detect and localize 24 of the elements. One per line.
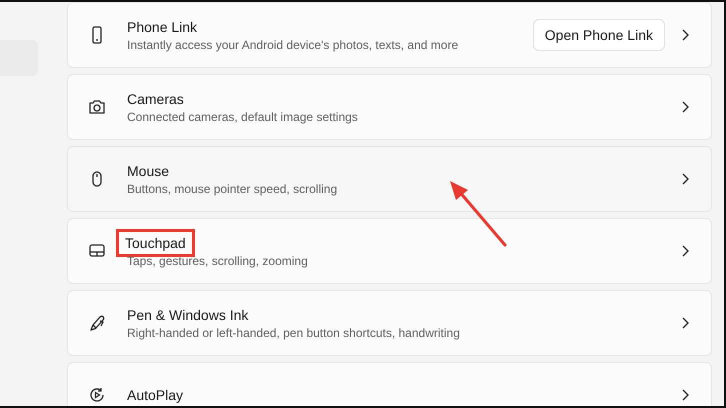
settings-card[interactable]: Pen & Windows Ink Right-handed or left-handed, pen button shortcuts, handwriting: [67, 290, 712, 356]
card-description: Instantly access your Android device's photos, texts, and more: [127, 36, 460, 52]
card-title: Mouse: [127, 162, 170, 180]
card-description: Taps, gestures, scrolling, zooming: [127, 252, 309, 268]
settings-card[interactable]: Phone Link Instantly access your Android device's photos, texts, and more Open Phone Link: [67, 2, 712, 68]
chevron-right-icon: [681, 389, 689, 401]
chevron-right-icon: [681, 29, 689, 41]
settings-card[interactable]: Mouse Buttons, mouse pointer speed, scrolling: [67, 146, 712, 212]
card-title: AutoPlay: [127, 386, 184, 404]
card-description: Connected cameras, default image settings: [127, 108, 359, 124]
chevron-right-icon: [681, 245, 689, 257]
chevron-right-icon: [681, 101, 689, 113]
settings-card[interactable]: Cameras Connected cameras, default image settings: [67, 74, 712, 140]
settings-card[interactable]: AutoPlay: [67, 362, 712, 406]
card-title: Pen & Windows Ink: [127, 306, 248, 324]
chevron-right-icon: [681, 173, 689, 185]
settings-card[interactable]: Touchpad Taps, gestures, scrolling, zooming: [67, 218, 712, 284]
card-description: Buttons, mouse pointer speed, scrolling: [127, 180, 338, 196]
card-title: Touchpad: [119, 232, 192, 254]
chevron-right-icon: [681, 317, 689, 329]
card-description: Right-handed or left-handed, pen button shortcuts, handwriting: [127, 324, 461, 340]
card-title: Phone Link: [127, 18, 198, 36]
open-button[interactable]: Open Phone Link: [532, 19, 665, 51]
card-title: Cameras: [127, 90, 184, 108]
